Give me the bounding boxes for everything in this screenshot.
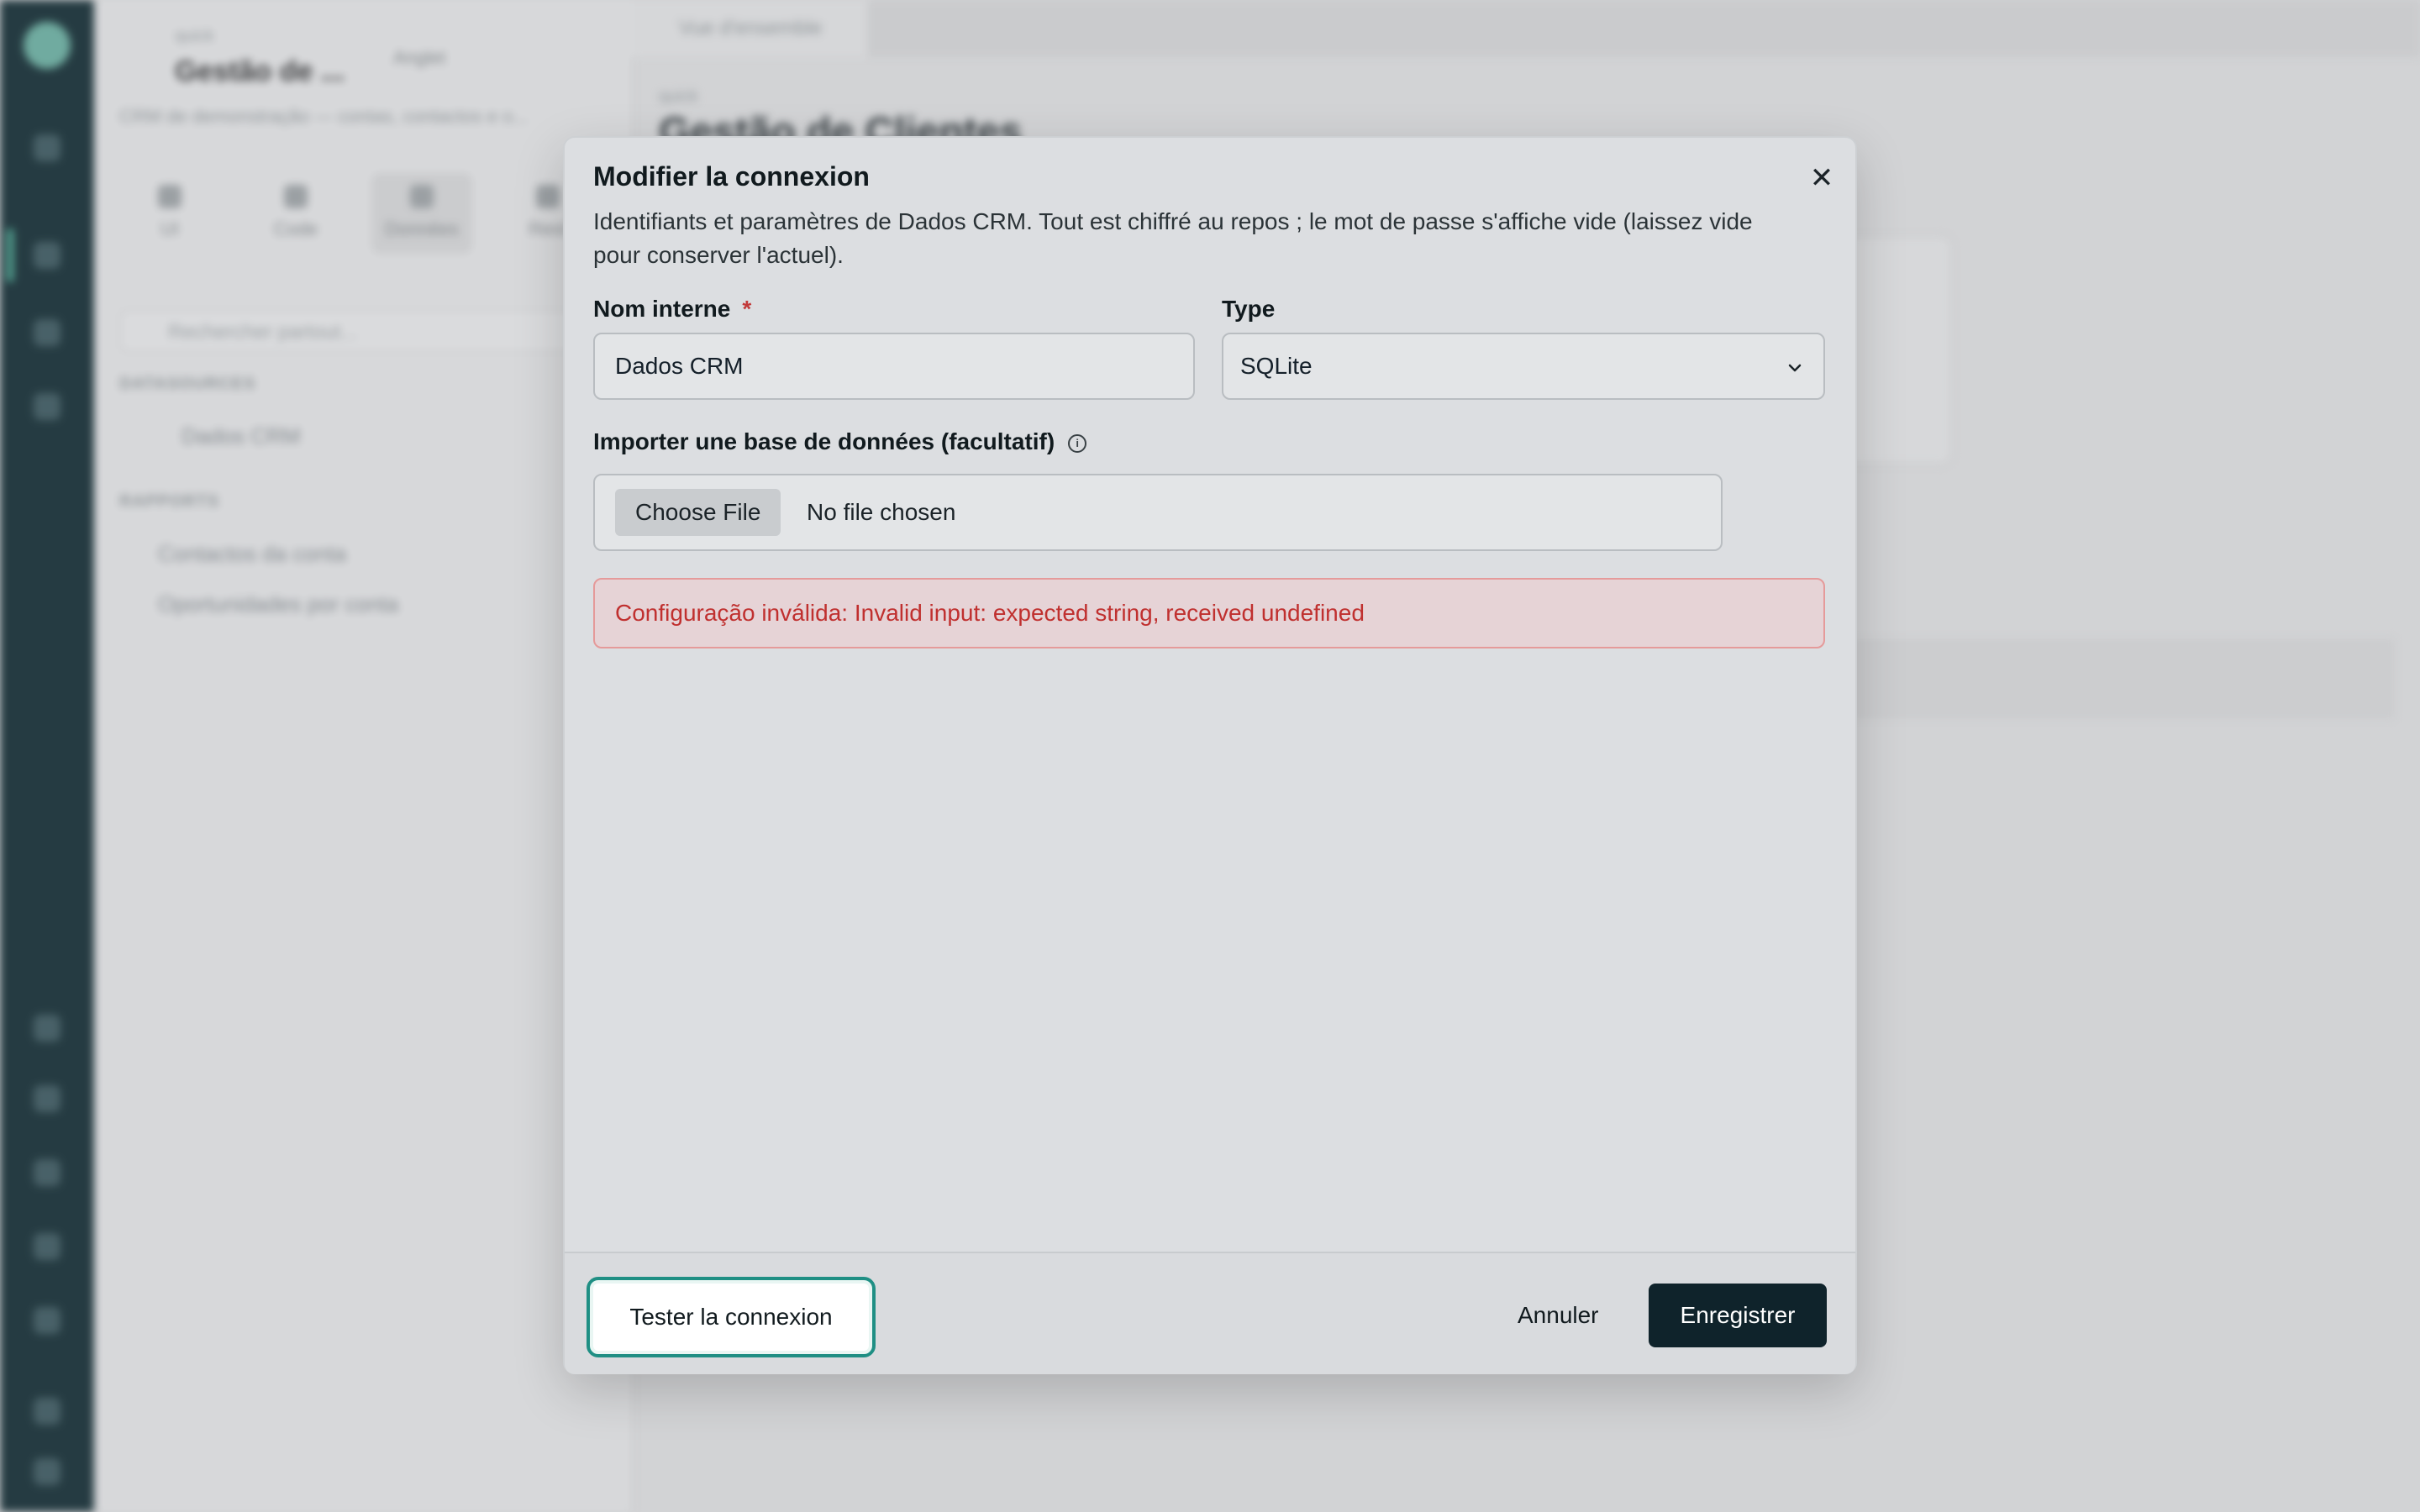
close-icon[interactable]: ✕ — [1805, 161, 1839, 195]
dialog-title: Modifier la connexion — [593, 161, 870, 192]
cancel-button[interactable]: Annuler — [1497, 1284, 1619, 1347]
choose-file-button[interactable]: Choose File — [615, 489, 781, 536]
error-alert: Configuração inválida: Invalid input: ex… — [593, 578, 1825, 648]
import-label-text: Importer une base de données (facultatif… — [593, 428, 1055, 454]
name-input[interactable] — [593, 333, 1195, 400]
type-field-label: Type — [1222, 296, 1276, 322]
name-field-label: Nom interne * — [593, 296, 751, 323]
dialog-footer: Tester la connexion Annuler Enregistrer — [565, 1252, 1855, 1374]
required-mark: * — [742, 296, 752, 322]
chevron-down-icon — [1788, 364, 1802, 372]
dialog-description: Identifiants et paramètres de Dados CRM.… — [593, 208, 1753, 268]
save-button[interactable]: Enregistrer — [1649, 1284, 1827, 1347]
type-select[interactable]: SQLite — [1222, 333, 1825, 400]
file-status: No file chosen — [807, 499, 956, 525]
name-label-text: Nom interne — [593, 296, 731, 322]
type-select-value: SQLite — [1240, 353, 1313, 379]
info-icon[interactable]: i — [1068, 433, 1087, 453]
edit-connection-dialog: Modifier la connexion ✕ Identifiants et … — [563, 136, 1857, 1374]
test-connection-button[interactable]: Tester la connexion — [587, 1277, 876, 1357]
import-field-label: Importer une base de données (facultatif… — [593, 428, 1087, 455]
file-input[interactable]: Choose File No file chosen — [593, 474, 1723, 551]
